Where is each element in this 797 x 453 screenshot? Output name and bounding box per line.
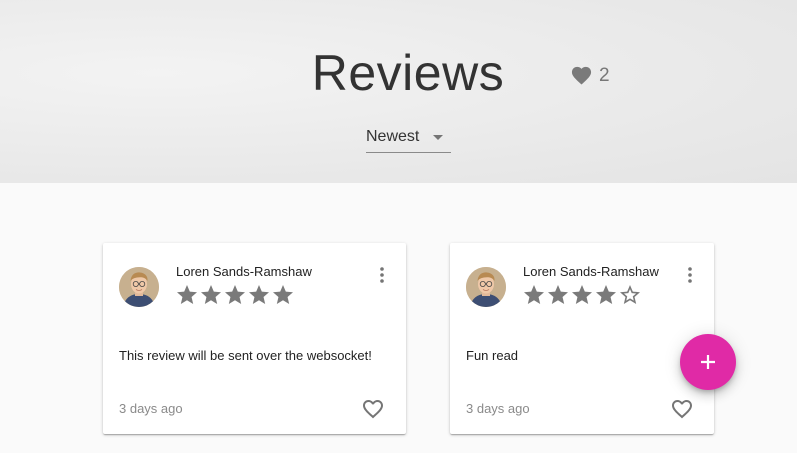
- review-card: Loren Sands-Ramshaw This review will be …: [103, 243, 406, 434]
- sort-selected-value: Newest: [366, 128, 420, 145]
- star-icon: [596, 285, 616, 304]
- star-rating: [522, 283, 642, 307]
- avatar: [466, 267, 506, 307]
- star-icon: [249, 285, 269, 304]
- page-title: Reviews: [311, 45, 505, 101]
- star-rating: [175, 283, 295, 307]
- heart-outline-icon: [672, 400, 692, 419]
- star-icon: [201, 285, 221, 304]
- like-button[interactable]: [361, 397, 385, 421]
- star-outline-icon: [620, 285, 640, 304]
- heart-icon: [571, 66, 592, 85]
- review-text: This review will be sent over the websoc…: [119, 348, 372, 363]
- star-icon: [548, 285, 568, 304]
- star-icon: [572, 285, 592, 304]
- review-date: 3 days ago: [466, 401, 530, 416]
- review-text: Fun read: [466, 348, 519, 363]
- page-header: Reviews 2 Newest: [0, 0, 797, 183]
- sort-select[interactable]: Newest: [366, 126, 451, 153]
- more-vert-icon[interactable]: [686, 265, 694, 285]
- like-button[interactable]: [670, 397, 694, 421]
- star-icon: [524, 285, 544, 304]
- add-review-button[interactable]: [680, 334, 736, 390]
- favorites-count: 2: [599, 64, 610, 86]
- review-date: 3 days ago: [119, 401, 183, 416]
- review-author: Loren Sands-Ramshaw: [523, 264, 659, 279]
- review-card: Loren Sands-Ramshaw Fun read 3 days ago: [450, 243, 714, 434]
- favorites-counter: 2: [570, 64, 610, 87]
- more-vert-icon[interactable]: [378, 265, 386, 285]
- plus-icon: [701, 355, 715, 369]
- heart-outline-icon: [363, 400, 383, 419]
- star-icon: [225, 285, 245, 304]
- avatar: [119, 267, 159, 307]
- dropdown-arrow-icon: [433, 135, 443, 140]
- review-author: Loren Sands-Ramshaw: [176, 264, 312, 279]
- star-icon: [273, 285, 293, 304]
- star-icon: [177, 285, 197, 304]
